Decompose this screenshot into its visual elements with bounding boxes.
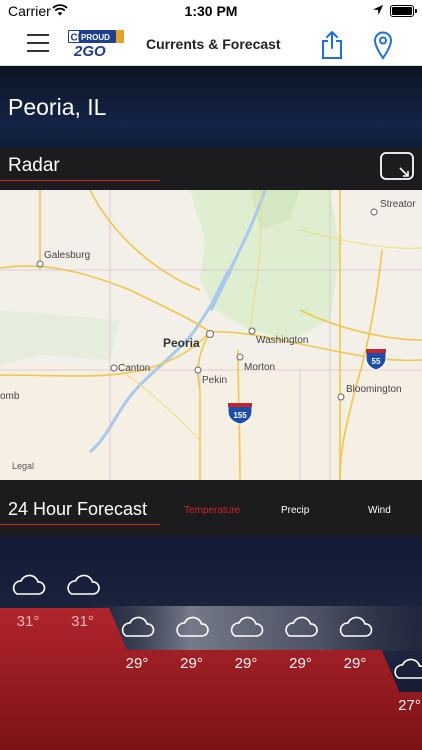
temperature-chart: 31° 31° 29° 29° 29° 29° 29° 27° (0, 536, 422, 750)
battery-icon (390, 5, 417, 17)
status-bar: Carrier 1:30 PM (0, 0, 422, 22)
hour-temp-label: 31° (71, 613, 94, 630)
radar-header: Radar (0, 148, 422, 190)
nav-bar: CI PROUD 2GO Currents & Forecast (0, 22, 422, 66)
radar-title: Radar (8, 155, 60, 176)
ciproud-2go-logo: CI PROUD 2GO (68, 30, 124, 60)
svg-text:2GO: 2GO (73, 43, 106, 60)
map-legal-link[interactable]: Legal (12, 461, 34, 471)
hour-temp-label: 31° (17, 613, 40, 630)
forecast-header: 24 Hour Forecast Temperature Precip Wind (0, 480, 422, 536)
svg-text:155: 155 (233, 411, 247, 420)
share-icon[interactable] (320, 30, 344, 60)
city-banner: Peoria, IL (0, 66, 422, 148)
hour-temp-label: 29° (235, 655, 258, 672)
hour-temp-label: 29° (180, 655, 203, 672)
forecast-title-underline (0, 524, 160, 525)
map-label-washington: Washington (256, 335, 308, 346)
radar-title-underline (0, 180, 160, 181)
map-label-peoria: Peoria (163, 336, 200, 350)
map-label-pekin: Pekin (202, 375, 227, 386)
map-label-streator: Streator (380, 199, 416, 210)
map-label-bloomington: Bloomington (346, 384, 402, 395)
map-label-morton: Morton (244, 362, 275, 373)
svg-text:55: 55 (372, 357, 381, 366)
tab-wind[interactable]: Wind (368, 505, 391, 516)
map-label-omb: omb (0, 391, 20, 402)
svg-text:CI: CI (71, 33, 81, 44)
hour-temp-label: 29° (126, 655, 149, 672)
svg-text:PROUD: PROUD (81, 33, 110, 42)
radar-map[interactable]: Galesburg Streator Peoria Washington Can… (0, 190, 422, 480)
forecast-title: 24 Hour Forecast (8, 499, 148, 519)
location-arrow-icon (373, 5, 383, 15)
menu-icon[interactable] (27, 34, 49, 54)
status-time: 1:30 PM (184, 3, 238, 19)
hour-temp-label: 29° (289, 655, 312, 672)
map-label-galesburg: Galesburg (44, 250, 90, 261)
hour-temp-label: 27° (398, 697, 421, 714)
location-pin-icon[interactable] (372, 30, 394, 60)
expand-radar-icon[interactable] (380, 152, 414, 180)
city-name: Peoria, IL (8, 94, 107, 120)
tab-temperature[interactable]: Temperature (184, 505, 240, 516)
hour-temp-label: 29° (344, 655, 367, 672)
tab-precip[interactable]: Precip (281, 505, 309, 516)
map-label-canton: Canton (118, 363, 150, 374)
nav-title: Currents & Forecast (146, 36, 281, 52)
